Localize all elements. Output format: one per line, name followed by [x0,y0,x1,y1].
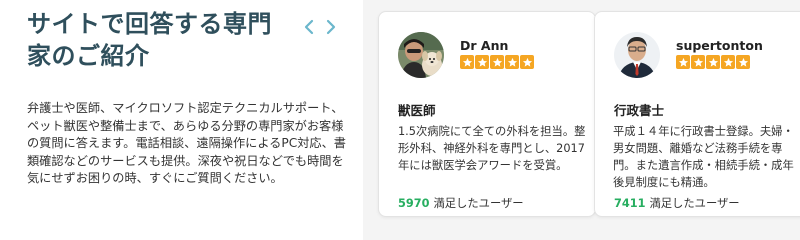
avatar [398,32,444,78]
expert-title: 行政書士 [614,103,665,118]
star-icon [520,55,534,69]
expert-bio: 平成１４年に行政書士登録。夫婦・男女問題、離婚など法務手続を専門。また遺言作成・… [613,125,794,189]
star-icon [676,55,690,69]
star-icon [460,55,474,69]
avatar [614,32,660,78]
chevron-left-icon [304,19,314,35]
star-icon [475,55,489,69]
section-description: 弁護士や医師、マイクロソフト認定テクニカルサポート、ペット獣医や整備士まで、あら… [27,101,346,185]
next-button[interactable] [324,16,338,38]
rating-stars [676,55,750,69]
star-icon [721,55,735,69]
expert-title: 獣医師 [398,103,436,118]
star-icon [706,55,720,69]
expert-name: supertonton [676,38,763,53]
heading-line-2: 家のご紹介 [27,42,150,70]
satisfied-users: 7411 満足したユーザー [614,195,740,211]
chevron-right-icon [326,19,336,35]
experts-panel: Dr Ann 獣医師 1.5次病院にて全ての外科を担当。整形外科、神経外科を専門… [363,0,800,240]
star-icon [490,55,504,69]
expert-name: Dr Ann [460,38,509,53]
satisfied-label: 満足したユーザー [433,197,524,210]
satisfied-count: 7411 [614,197,646,210]
satisfied-users: 5970 満足したユーザー [398,195,524,211]
satisfied-count: 5970 [398,197,430,210]
expert-card[interactable]: Dr Ann 獣医師 1.5次病院にて全ての外科を担当。整形外科、神経外科を専門… [378,11,596,217]
expert-card[interactable]: supertonton 行政書士 平成１４年に行政書士登録。夫婦・男女問題、離婚… [594,11,800,217]
satisfied-label: 満足したユーザー [649,197,740,210]
prev-button[interactable] [302,16,316,38]
star-icon [691,55,705,69]
carousel-nav [302,16,338,38]
section-heading: サイトで回答する専門 家のご紹介 [27,8,307,72]
expert-bio: 1.5次病院にて全ての外科を担当。整形外科、神経外科を専門とし、2017年には獣… [398,125,586,172]
heading-line-1: サイトで回答する専門 [27,10,272,38]
star-icon [736,55,750,69]
star-icon [505,55,519,69]
intro-section: サイトで回答する専門 家のご紹介 弁護士や医師、マイクロソフト認定テクニカルサポ… [0,0,360,240]
rating-stars [460,55,534,69]
